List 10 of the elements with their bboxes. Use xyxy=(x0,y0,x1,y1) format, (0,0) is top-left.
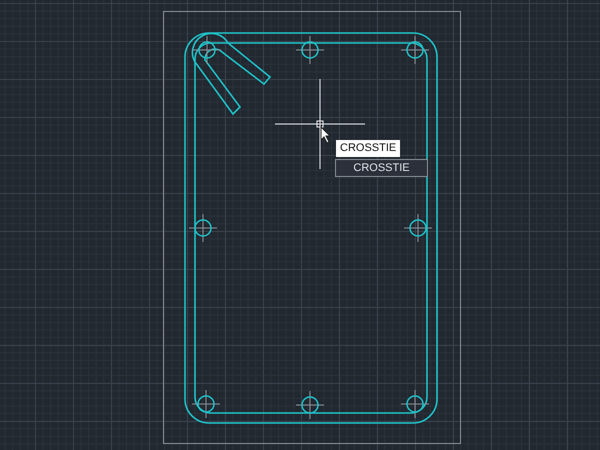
autocomplete-item[interactable]: CROSSTIE xyxy=(335,159,428,177)
rebar-marker xyxy=(404,214,432,242)
rebar-marker xyxy=(192,390,220,418)
rebar-marker xyxy=(296,390,324,420)
command-input[interactable]: CROSSTIE xyxy=(336,140,400,157)
rebar-marker xyxy=(192,36,222,64)
rebar-marker xyxy=(188,214,218,242)
rebar-marker xyxy=(296,36,324,64)
rebar-marker xyxy=(400,390,430,418)
rebar-marker xyxy=(400,36,430,64)
